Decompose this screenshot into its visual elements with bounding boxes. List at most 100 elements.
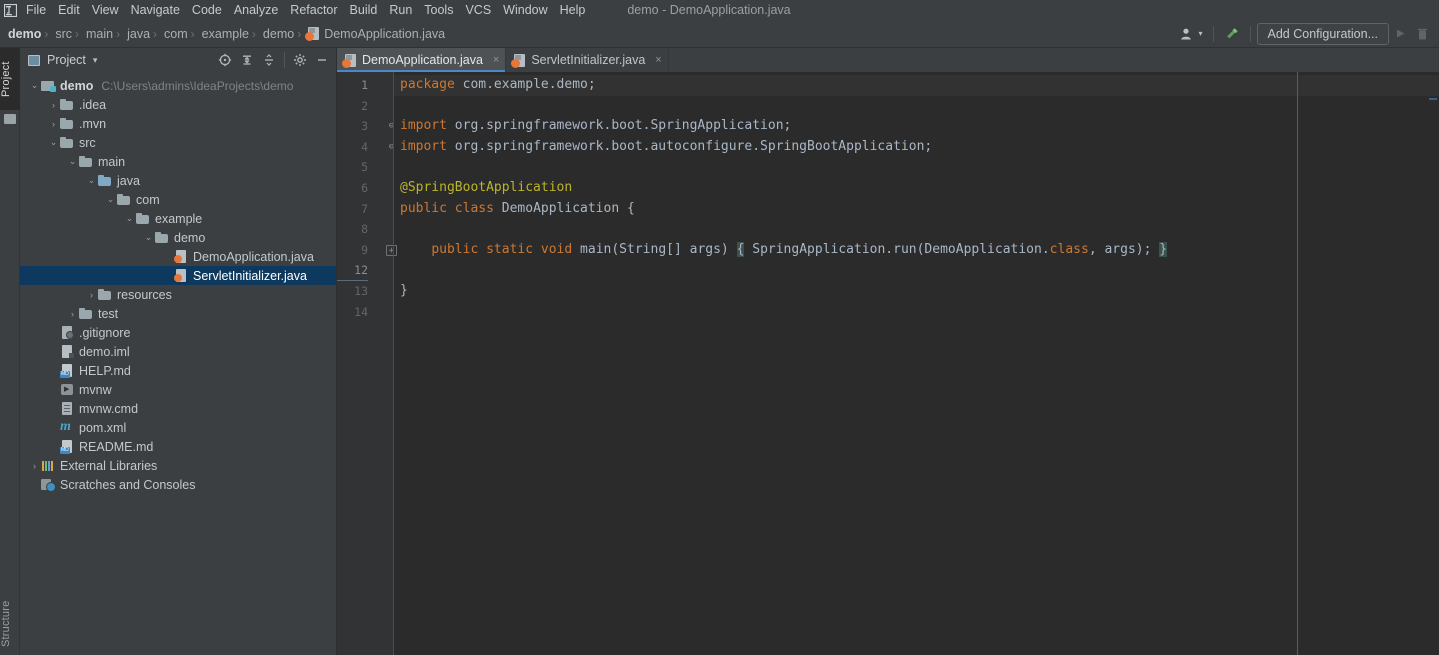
tree-item-demo-iml[interactable]: demo.iml [20,342,336,361]
tree-item-servletinitializer-java[interactable]: ServletInitializer.java [20,266,336,285]
tree-expand-arrow-icon[interactable]: › [28,461,41,471]
tree-item-mvnw-cmd[interactable]: mvnw.cmd [20,399,336,418]
code-text[interactable]: package com.example.demo; import org.spri… [394,72,1439,655]
tree-expand-arrow-icon[interactable]: ⌄ [47,137,60,148]
line-number[interactable]: 13 [337,281,368,302]
build-hammer-icon[interactable] [1220,23,1244,45]
code-line[interactable]: import org.springframework.boot.autoconf… [394,137,1439,158]
code-line[interactable]: public class DemoApplication { [394,199,1439,220]
tree-expand-arrow-icon[interactable]: ⌄ [66,156,79,167]
line-number[interactable]: 8 [337,219,368,240]
menu-item-view[interactable]: View [86,1,125,19]
tree-expand-arrow-icon[interactable]: › [66,309,79,319]
chevron-down-icon[interactable]: ▾ [93,55,98,66]
tree-expand-arrow-icon[interactable]: ⌄ [85,175,98,186]
close-icon[interactable]: × [493,54,499,66]
tree-item-com[interactable]: ⌄ com [20,190,336,209]
code-line[interactable]: } [394,281,1439,302]
tree-item-external-libraries[interactable]: › External Libraries [20,456,336,475]
tree-item-help-md[interactable]: HELP.md [20,361,336,380]
breadcrumb-item-main[interactable]: main [80,27,115,41]
tree-expand-arrow-icon[interactable]: › [85,290,98,300]
line-number[interactable]: 14 [337,302,368,323]
tree-item-demoapplication-java[interactable]: DemoApplication.java [20,247,336,266]
editor-marker-scrollbar[interactable] [1427,96,1439,655]
menu-item-help[interactable]: Help [554,1,592,19]
tree-expand-arrow-icon[interactable]: › [47,119,60,129]
code-line[interactable]: @SpringBootApplication [394,178,1439,199]
tree-item-pom-xml[interactable]: pom.xml [20,418,336,437]
expand-all-icon[interactable] [237,50,257,70]
menu-item-vcs[interactable]: VCS [459,1,497,19]
line-number[interactable]: 6 [337,178,368,199]
menu-item-tools[interactable]: Tools [418,1,459,19]
hide-window-icon[interactable] [312,50,332,70]
tree-item-demo[interactable]: ⌄ demo [20,228,336,247]
tree-item-test[interactable]: › test [20,304,336,323]
stop-trash-icon[interactable] [1411,23,1433,45]
editor-tab-servletinitializer-java[interactable]: ServletInitializer.java × [506,48,669,72]
sidebar-tab-project[interactable]: Project [0,48,20,110]
code-line[interactable]: import org.springframework.boot.SpringAp… [394,116,1439,137]
collapse-all-icon[interactable] [259,50,279,70]
line-number[interactable]: 7 [337,199,368,220]
menu-item-file[interactable]: File [20,1,52,19]
breadcrumb-item-example[interactable]: example [196,27,251,41]
tree-item-resources[interactable]: › resources [20,285,336,304]
tree-item--gitignore[interactable]: .gitignore [20,323,336,342]
code-line[interactable]: public static void main(String[] args) {… [394,240,1439,261]
editor-tab-demoapplication-java[interactable]: DemoApplication.java × [337,48,507,72]
code-line[interactable]: package com.example.demo; [394,75,1439,96]
line-number[interactable]: 12 [337,260,368,281]
code-line[interactable] [394,96,1439,117]
locate-target-icon[interactable] [215,50,235,70]
line-number[interactable]: 4 [337,137,368,158]
breadcrumb-item-com[interactable]: com [158,27,190,41]
menu-item-navigate[interactable]: Navigate [125,1,186,19]
line-number[interactable]: 1 [337,75,368,96]
tree-item-main[interactable]: ⌄ main [20,152,336,171]
code-line[interactable] [394,219,1439,240]
breadcrumb-item-demoapplication-java[interactable]: DemoApplication.java [302,27,447,41]
line-number[interactable]: 5 [337,157,368,178]
menu-item-build[interactable]: Build [344,1,384,19]
code-line[interactable] [394,157,1439,178]
tree-expand-arrow-icon[interactable]: ⌄ [104,194,117,205]
menu-item-code[interactable]: Code [186,1,228,19]
user-silhouette-icon[interactable]: ▾ [1176,23,1206,45]
code-view[interactable]: 1 2 3 4 5 6 7 8 9 12 13 14 ⊖ ⊖ + package com.example.d… [337,72,1439,655]
tree-item-example[interactable]: ⌄ example [20,209,336,228]
add-configuration-button[interactable]: Add Configuration... [1256,22,1389,45]
sidebar-tab-structure[interactable]: Structure [0,593,20,655]
menu-item-analyze[interactable]: Analyze [228,1,284,19]
line-number[interactable]: 3 [337,116,368,137]
run-play-icon[interactable] [1389,23,1411,45]
breadcrumb-item-java[interactable]: java [121,27,152,41]
breadcrumb-item-demo[interactable]: demo [257,27,296,41]
menu-item-refactor[interactable]: Refactor [284,1,343,19]
settings-gear-icon[interactable] [290,50,310,70]
line-number[interactable]: 9 [337,240,368,261]
close-icon[interactable]: × [655,54,661,66]
tree-expand-arrow-icon[interactable]: ⌄ [28,80,41,91]
line-number[interactable]: 2 [337,96,368,117]
tree-item-mvnw[interactable]: mvnw [20,380,336,399]
line-number-gutter[interactable]: 1 2 3 4 5 6 7 8 9 12 13 14 ⊖ ⊖ + [337,72,397,655]
tree-expand-arrow-icon[interactable]: › [47,100,60,110]
tree-item-readme-md[interactable]: README.md [20,437,336,456]
tree-item--idea[interactable]: › .idea [20,95,336,114]
code-line[interactable] [394,260,1439,281]
code-line[interactable] [394,302,1439,323]
tree-item-java[interactable]: ⌄ java [20,171,336,190]
tree-item-scratches-and-consoles[interactable]: Scratches and Consoles [20,475,336,494]
tree-item--mvn[interactable]: › .mvn [20,114,336,133]
tree-item-demo[interactable]: ⌄ demo C:\Users\admins\IdeaProjects\demo [20,76,336,95]
menu-item-run[interactable]: Run [383,1,418,19]
tree-item-src[interactable]: ⌄ src [20,133,336,152]
tree-expand-arrow-icon[interactable]: ⌄ [142,232,155,243]
breadcrumb-item-src[interactable]: src [49,27,74,41]
menu-item-window[interactable]: Window [497,1,553,19]
tree-expand-arrow-icon[interactable]: ⌄ [123,213,136,224]
breadcrumb-item-demo[interactable]: demo [0,27,43,41]
menu-item-edit[interactable]: Edit [52,1,86,19]
